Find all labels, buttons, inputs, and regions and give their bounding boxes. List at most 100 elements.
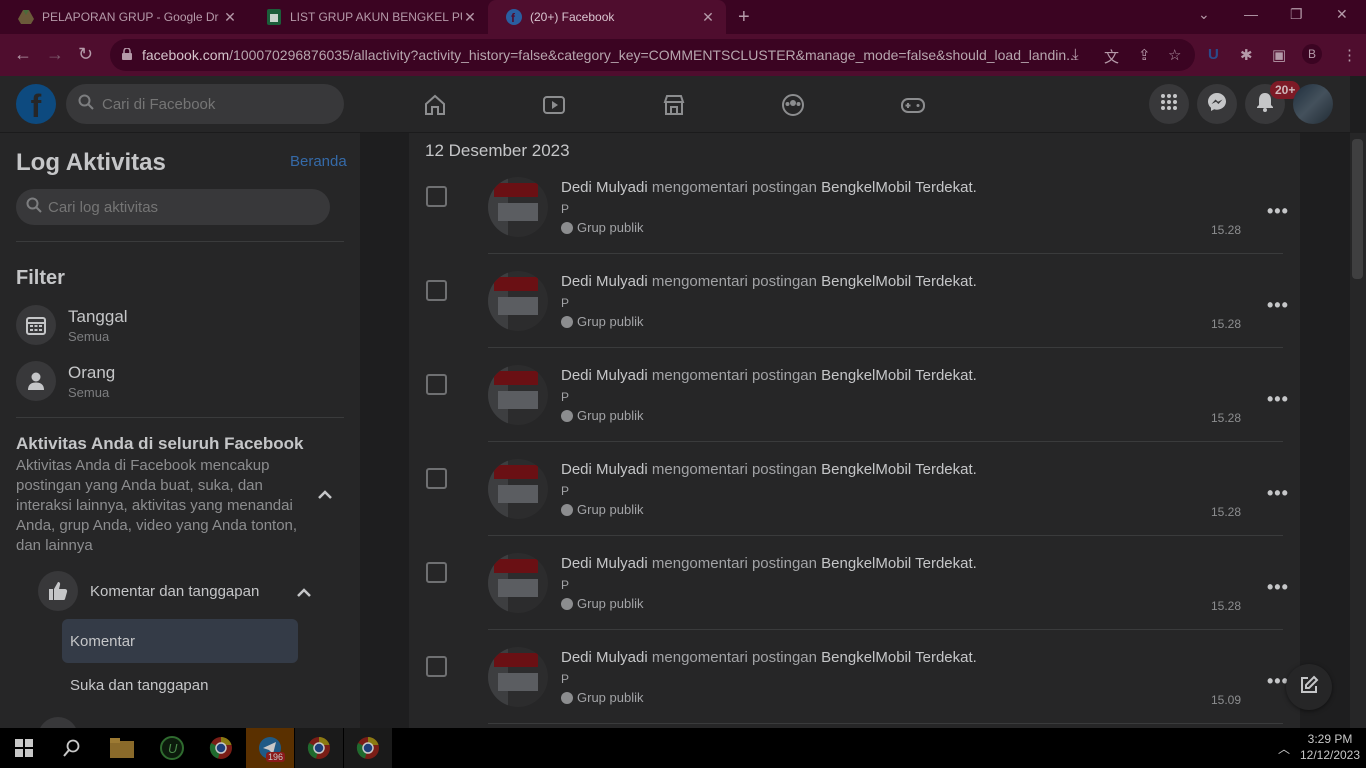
globe-icon (561, 315, 573, 328)
select-checkbox[interactable] (426, 656, 447, 677)
reload-button[interactable]: ↻ (78, 44, 93, 65)
activity-text[interactable]: Dedi Mulyadi mengomentari postingan Beng… (561, 367, 977, 384)
timestamp: 15.28 (1211, 317, 1242, 331)
page-scrollbar[interactable] (1350, 133, 1366, 728)
marketplace-icon[interactable] (659, 90, 689, 120)
browser-menu-icon[interactable]: ⋮ (1342, 46, 1357, 64)
close-tab-icon[interactable]: ✕ (700, 9, 716, 26)
facebook-search-input[interactable] (102, 95, 322, 113)
video-icon[interactable] (539, 90, 569, 120)
post-thumbnail[interactable] (488, 177, 548, 237)
select-checkbox[interactable] (426, 186, 447, 207)
activity-list-area: 12 Desember 2023 Dedi Mulyadi mengomenta… (360, 133, 1350, 728)
filter-date[interactable]: Tanggal Semua (16, 301, 344, 349)
facebook-header: f 20+ (0, 76, 1350, 133)
globe-icon (561, 691, 573, 704)
post-thumbnail[interactable] (488, 459, 548, 519)
more-options-icon[interactable]: ••• (1267, 201, 1289, 222)
more-options-icon[interactable]: ••• (1267, 389, 1289, 410)
messenger-icon (1207, 92, 1227, 117)
gaming-icon[interactable] (898, 90, 928, 120)
maximize-button[interactable]: ❐ (1290, 6, 1303, 23)
new-tab-button[interactable]: + (738, 6, 750, 29)
select-checkbox[interactable] (426, 280, 447, 301)
home-link[interactable]: Beranda (290, 153, 347, 170)
tab-search-icon[interactable]: ⌄ (1198, 6, 1210, 23)
minimize-button[interactable]: — (1244, 6, 1258, 22)
extension-u-icon[interactable]: U (1208, 46, 1219, 63)
chevron-up-icon[interactable] (297, 585, 311, 601)
more-options-icon[interactable]: ••• (1267, 483, 1289, 504)
account-avatar[interactable] (1293, 84, 1333, 124)
side-panel-icon[interactable]: ▣ (1272, 46, 1286, 64)
thumbs-up-icon (38, 571, 78, 611)
system-clock[interactable]: 3:29 PM 12/12/2023 (1298, 731, 1362, 763)
audience: Grup publik (561, 408, 643, 423)
filter-people[interactable]: Orang Semua (16, 357, 344, 405)
url-path: /100070296876035/allactivity?activity_hi… (229, 47, 1078, 63)
browser-tab-strip: PELAPORAN GRUP - Google Dr ✕ LIST GRUP A… (0, 0, 1366, 34)
more-options-icon[interactable]: ••• (1267, 295, 1289, 316)
select-checkbox[interactable] (426, 468, 447, 489)
comment-text: P (561, 672, 570, 686)
chevron-up-icon[interactable]: ︿ (1278, 740, 1290, 757)
activity-log-search[interactable] (16, 189, 330, 225)
subcategory-comments[interactable]: Komentar (62, 619, 298, 663)
activity-text[interactable]: Dedi Mulyadi mengomentari postingan Beng… (561, 555, 977, 572)
menu-grid-button[interactable] (1149, 84, 1189, 124)
profile-avatar[interactable]: B (1302, 44, 1322, 64)
activity-text[interactable]: Dedi Mulyadi mengomentari postingan Beng… (561, 273, 977, 290)
chrome-icon[interactable] (197, 728, 245, 768)
divider (488, 723, 1283, 724)
activity-log-search-input[interactable] (48, 198, 308, 216)
forward-button[interactable]: → (46, 44, 64, 65)
select-checkbox[interactable] (426, 374, 447, 395)
facebook-search[interactable] (66, 84, 344, 124)
upwork-icon[interactable]: U (148, 728, 196, 768)
messenger-button[interactable] (1197, 84, 1237, 124)
chevron-up-icon[interactable] (318, 487, 332, 503)
address-bar[interactable]: facebook.com/100070296876035/allactivity… (110, 39, 1195, 71)
install-icon[interactable]: ⤓ (1072, 46, 1079, 63)
post-thumbnail[interactable] (488, 271, 548, 331)
next-category-icon[interactable] (38, 717, 78, 728)
category-comments-reactions[interactable]: Komentar dan tanggapan (38, 571, 328, 611)
more-options-icon[interactable]: ••• (1267, 577, 1289, 598)
groups-icon[interactable] (778, 90, 808, 120)
close-tab-icon[interactable]: ✕ (462, 9, 478, 26)
windows-start-button[interactable] (0, 728, 48, 768)
scrollbar-thumb[interactable] (1352, 139, 1363, 279)
search-icon (78, 94, 94, 114)
facebook-logo[interactable]: f (16, 84, 56, 124)
filter-people-label: Orang (68, 362, 116, 382)
share-icon[interactable]: ⇪ (1138, 46, 1151, 64)
home-icon[interactable] (420, 90, 450, 120)
chrome-profile-icon[interactable] (344, 728, 392, 768)
chrome-profile-icon[interactable] (295, 728, 343, 768)
globe-icon (561, 597, 573, 610)
post-thumbnail[interactable] (488, 365, 548, 425)
browser-tab-3[interactable]: f (20+) Facebook ✕ (488, 0, 726, 34)
extensions-puzzle-icon[interactable]: ✱ (1240, 46, 1253, 64)
post-thumbnail[interactable] (488, 553, 548, 613)
activity-text[interactable]: Dedi Mulyadi mengomentari postingan Beng… (561, 649, 977, 666)
telegram-icon[interactable]: 196 (246, 728, 294, 768)
file-explorer-icon[interactable] (98, 728, 146, 768)
browser-tab-1[interactable]: PELAPORAN GRUP - Google Dr ✕ (0, 0, 248, 34)
select-checkbox[interactable] (426, 562, 447, 583)
comment-text: P (561, 202, 570, 216)
subcategory-likes-reactions[interactable]: Suka dan tanggapan (62, 663, 298, 707)
activity-text[interactable]: Dedi Mulyadi mengomentari postingan Beng… (561, 179, 977, 196)
search-icon[interactable] (48, 728, 96, 768)
facebook-icon: f (506, 9, 522, 25)
post-thumbnail[interactable] (488, 647, 548, 707)
divider (488, 253, 1283, 254)
close-tab-icon[interactable]: ✕ (222, 9, 238, 26)
browser-tab-2[interactable]: LIST GRUP AKUN BENGKEL PUR ✕ (248, 0, 488, 34)
new-post-button[interactable] (1286, 664, 1332, 710)
back-button[interactable]: ← (14, 44, 32, 65)
bookmark-star-icon[interactable]: ☆ (1168, 46, 1181, 64)
close-window-button[interactable]: ✕ (1336, 6, 1348, 23)
activity-text[interactable]: Dedi Mulyadi mengomentari postingan Beng… (561, 461, 977, 478)
translate-icon[interactable]: 文 (1104, 46, 1119, 67)
